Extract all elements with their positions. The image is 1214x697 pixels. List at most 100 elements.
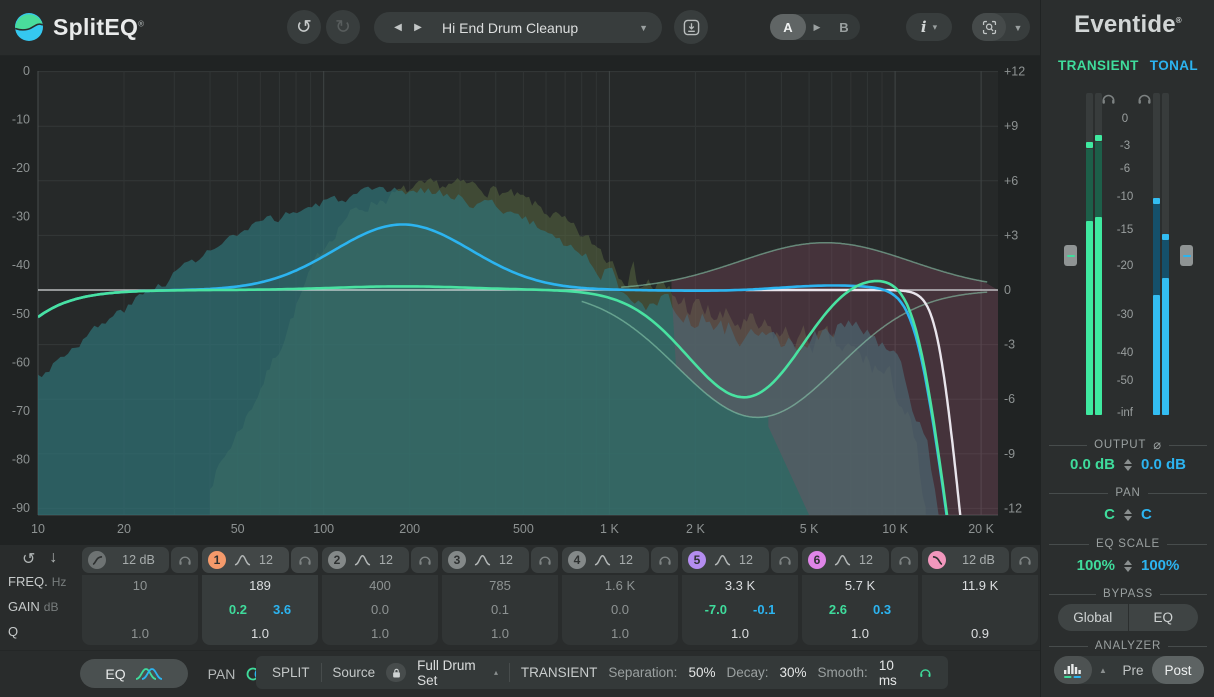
band-gain[interactable]: 0.1: [442, 602, 558, 617]
eq-graph[interactable]: 0-10-20-30-40-50-60-70-80-90+12+9+6+30-3…: [0, 55, 1040, 545]
band-q-value[interactable]: 1.0: [442, 626, 558, 641]
band-q-value[interactable]: 1.0: [682, 626, 798, 641]
output-link-stepper[interactable]: [1124, 459, 1132, 471]
band-header[interactable]: 1 12: [202, 547, 289, 573]
band-flatten-icon[interactable]: ↓: [49, 549, 57, 569]
transient-stream-label[interactable]: TRANSIENT: [1058, 58, 1139, 73]
preset-selector[interactable]: ◀ ▶ Hi End Drum Cleanup ▼: [374, 12, 662, 43]
band-slope[interactable]: 12: [379, 553, 393, 567]
eq-scale-tonal-value[interactable]: 100%: [1141, 557, 1179, 574]
pan-tonal-value[interactable]: C: [1141, 506, 1152, 523]
band-freq-value[interactable]: 11.9 K: [922, 578, 1038, 593]
band-number-chip[interactable]: 2: [328, 551, 346, 569]
preset-prev-button[interactable]: ◀: [388, 22, 408, 33]
band-header[interactable]: 3 12: [442, 547, 529, 573]
band-q-value[interactable]: 1.0: [562, 626, 678, 641]
band-slope[interactable]: 12: [619, 553, 633, 567]
info-menu-button[interactable]: i ▾: [906, 13, 952, 41]
ab-b-button[interactable]: B: [828, 20, 860, 35]
band-number-chip[interactable]: 4: [568, 551, 586, 569]
band-q-value[interactable]: 1.0: [82, 626, 198, 641]
undo-button[interactable]: ↺: [287, 10, 321, 44]
analyzer-toggle-button[interactable]: [1054, 656, 1092, 684]
bypass-global-button[interactable]: Global: [1058, 604, 1128, 631]
band-gain-tonal[interactable]: 3.6: [273, 602, 291, 617]
band-header[interactable]: 5 12: [682, 547, 769, 573]
band-slope[interactable]: 12 dB: [122, 553, 155, 567]
ab-copy-arrow[interactable]: ▶: [806, 22, 828, 33]
band-gain-transient[interactable]: -7.0: [705, 602, 727, 617]
band-number-chip[interactable]: 3: [448, 551, 466, 569]
band-q-value[interactable]: 1.0: [322, 626, 438, 641]
separation-value[interactable]: 50%: [688, 665, 715, 680]
eq-scale-link-stepper[interactable]: [1124, 560, 1132, 572]
transient-solo-headphone-icon[interactable]: [1101, 92, 1116, 105]
band-gain[interactable]: 0.0: [562, 602, 678, 617]
band-solo-button[interactable]: [651, 547, 678, 573]
band-freq-value[interactable]: 1.6 K: [562, 578, 678, 593]
output-tonal-value[interactable]: 0.0 dB: [1141, 456, 1186, 473]
band-q-value[interactable]: 1.0: [802, 626, 918, 641]
band-gain-transient[interactable]: 2.6: [829, 602, 847, 617]
decay-value[interactable]: 30%: [780, 665, 807, 680]
preset-name[interactable]: Hi End Drum Cleanup: [428, 20, 639, 36]
band-solo-button[interactable]: [891, 547, 918, 573]
analyzer-post-button[interactable]: Post: [1152, 656, 1204, 684]
band-number-chip[interactable]: 6: [808, 551, 826, 569]
preset-next-button[interactable]: ▶: [408, 22, 428, 33]
band-slope[interactable]: 12 dB: [962, 553, 995, 567]
source-lock-button[interactable]: [386, 663, 406, 682]
phase-invert-icon[interactable]: ⌀: [1153, 437, 1162, 453]
band-gain-tonal[interactable]: 0.3: [873, 602, 891, 617]
eq-scale-transient-value[interactable]: 100%: [1077, 557, 1115, 574]
band-slope[interactable]: 12: [259, 553, 273, 567]
band-number-chip[interactable]: 5: [688, 551, 706, 569]
band-freq-value[interactable]: 400: [322, 578, 438, 593]
band-freq-value[interactable]: 785: [442, 578, 558, 593]
tonal-gain-handle[interactable]: [1180, 245, 1193, 266]
band-header[interactable]: 6 12: [802, 547, 889, 573]
band-slope[interactable]: 12: [859, 553, 873, 567]
band-header[interactable]: 2 12: [322, 547, 409, 573]
band-freq-value[interactable]: 5.7 K: [802, 578, 918, 593]
band-solo-button[interactable]: [171, 547, 198, 573]
band-solo-button[interactable]: [531, 547, 558, 573]
smooth-value[interactable]: 10 ms: [879, 658, 908, 688]
source-dropdown-icon[interactable]: ▴: [494, 668, 498, 677]
band-solo-button[interactable]: [771, 547, 798, 573]
lowpass-chip[interactable]: [928, 551, 946, 569]
tonal-solo-headphone-icon[interactable]: [1137, 92, 1152, 105]
band-gain[interactable]: 0.0: [322, 602, 438, 617]
band-header[interactable]: 12 dB: [922, 547, 1009, 573]
preset-browser-button[interactable]: ▼: [972, 13, 1030, 41]
band-q-value[interactable]: 0.9: [922, 626, 1038, 641]
source-value[interactable]: Full Drum Set: [417, 658, 483, 688]
band-solo-button[interactable]: [291, 547, 318, 573]
band-slope[interactable]: 12: [739, 553, 753, 567]
band-q-value[interactable]: 1.0: [202, 626, 318, 641]
analyzer-pre-button[interactable]: Pre: [1114, 663, 1152, 678]
tonal-stream-label[interactable]: TONAL: [1150, 58, 1198, 73]
band-reset-icon[interactable]: ↺: [22, 549, 35, 569]
band-solo-button[interactable]: [411, 547, 438, 573]
band-freq-value[interactable]: 189: [202, 578, 318, 593]
bypass-eq-button[interactable]: EQ: [1129, 604, 1199, 631]
band-header[interactable]: 12 dB: [82, 547, 169, 573]
analyzer-options-button[interactable]: ▲: [1092, 666, 1114, 675]
band-header[interactable]: 4 12: [562, 547, 649, 573]
transient-gain-handle[interactable]: [1064, 245, 1077, 266]
band-freq-value[interactable]: 10: [82, 578, 198, 593]
band-gain-tonal[interactable]: -0.1: [753, 602, 775, 617]
band-solo-button[interactable]: [1011, 547, 1038, 573]
band-freq-value[interactable]: 3.3 K: [682, 578, 798, 593]
redo-button[interactable]: ↻: [326, 10, 360, 44]
band-gain-transient[interactable]: 0.2: [229, 602, 247, 617]
save-preset-button[interactable]: [674, 10, 708, 44]
band-slope[interactable]: 12: [499, 553, 513, 567]
browser-dropdown[interactable]: ▼: [1006, 18, 1030, 36]
output-transient-value[interactable]: 0.0 dB: [1070, 456, 1115, 473]
preset-search-icon[interactable]: [972, 13, 1006, 41]
pan-transient-value[interactable]: C: [1104, 506, 1115, 523]
transient-audition-headphone-icon[interactable]: [919, 666, 932, 679]
ab-a-button[interactable]: A: [770, 14, 806, 40]
